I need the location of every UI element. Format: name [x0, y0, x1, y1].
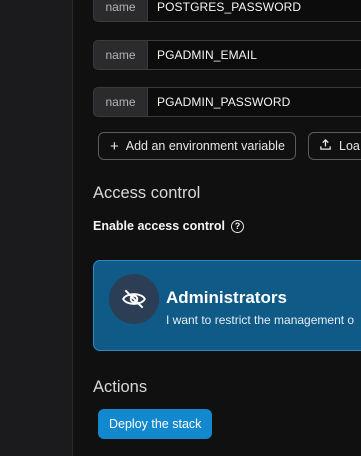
enable-access-control-row: Enable access control ?	[93, 219, 245, 233]
env-var-row: name PGADMIN_PASSWORD	[93, 87, 361, 117]
env-var-name-input[interactable]: PGADMIN_EMAIL	[147, 40, 361, 70]
question-circle-icon[interactable]: ?	[231, 219, 245, 233]
env-var-key-label: name	[93, 0, 147, 22]
main-panel: name POSTGRES_PASSWORD name PGADMIN_EMAI…	[72, 0, 361, 456]
actions-heading: Actions	[93, 378, 148, 396]
load-env-file-button[interactable]: Loa	[308, 132, 361, 160]
plus-icon: +	[110, 137, 119, 155]
add-env-var-label: Add an environment variable	[125, 139, 285, 153]
env-var-row: name POSTGRES_PASSWORD	[93, 0, 361, 22]
left-gutter	[0, 0, 72, 456]
access-control-heading: Access control	[93, 184, 201, 202]
env-var-name-input[interactable]: POSTGRES_PASSWORD	[147, 0, 361, 22]
env-var-key-label: name	[93, 40, 147, 70]
enable-access-control-label: Enable access control	[93, 219, 226, 233]
env-var-row: name PGADMIN_EMAIL	[93, 40, 361, 70]
env-var-key-label: name	[93, 87, 147, 117]
env-var-name-input[interactable]: PGADMIN_PASSWORD	[147, 87, 361, 117]
upload-icon	[319, 138, 332, 154]
administrators-option-card[interactable]: Administrators I want to restrict the ma…	[93, 260, 361, 351]
administrators-title: Administrators	[166, 288, 287, 307]
deploy-stack-button[interactable]: Deploy the stack	[98, 409, 213, 439]
administrators-description: I want to restrict the management o	[166, 313, 355, 327]
eye-off-icon	[109, 274, 159, 324]
add-env-var-button[interactable]: + Add an environment variable	[98, 132, 296, 160]
load-env-file-label: Loa	[339, 139, 360, 153]
